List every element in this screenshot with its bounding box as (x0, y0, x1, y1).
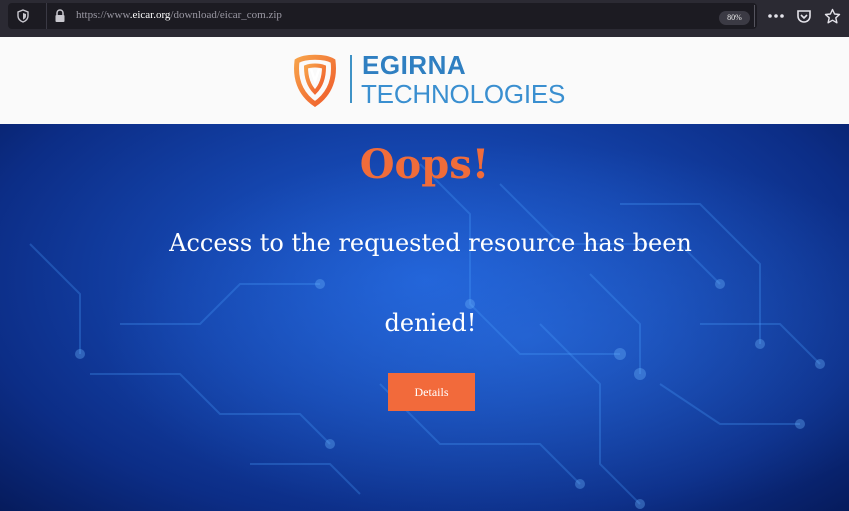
bookmark-star-icon (824, 8, 840, 23)
pocket-button[interactable] (794, 6, 814, 26)
error-message-line1: Access to the requested resource has bee… (169, 229, 692, 257)
logo-divider (350, 55, 352, 103)
zoom-badge[interactable]: 80% (719, 11, 750, 25)
address-separator (46, 3, 47, 29)
url-text[interactable]: https://www.eicar.org/download/eicar_com… (76, 9, 282, 21)
logo-text-egirna: EGIRNA (362, 50, 467, 80)
url-prefix: https://www (76, 9, 130, 21)
toolbar-divider (754, 5, 755, 27)
more-button[interactable] (766, 6, 786, 26)
details-button[interactable]: Details (388, 373, 475, 411)
bookmark-button[interactable] (822, 6, 842, 26)
pocket-icon (797, 10, 811, 23)
error-title: Oops! (359, 141, 490, 188)
shield-icon[interactable] (16, 9, 30, 23)
error-message-line2: denied! (384, 309, 477, 337)
address-bar[interactable]: https://www.eicar.org/download/eicar_com… (8, 3, 757, 29)
browser-toolbar: https://www.eicar.org/download/eicar_com… (0, 0, 849, 37)
egirna-shield-logo-icon[interactable] (291, 53, 339, 107)
more-icon (768, 14, 784, 18)
logo-text-technologies: TECHNOLOGIES (361, 79, 566, 109)
url-path: /download/eicar_com.zip (170, 9, 282, 21)
lock-icon[interactable] (54, 9, 66, 23)
url-domain: .eicar.org (129, 9, 171, 21)
